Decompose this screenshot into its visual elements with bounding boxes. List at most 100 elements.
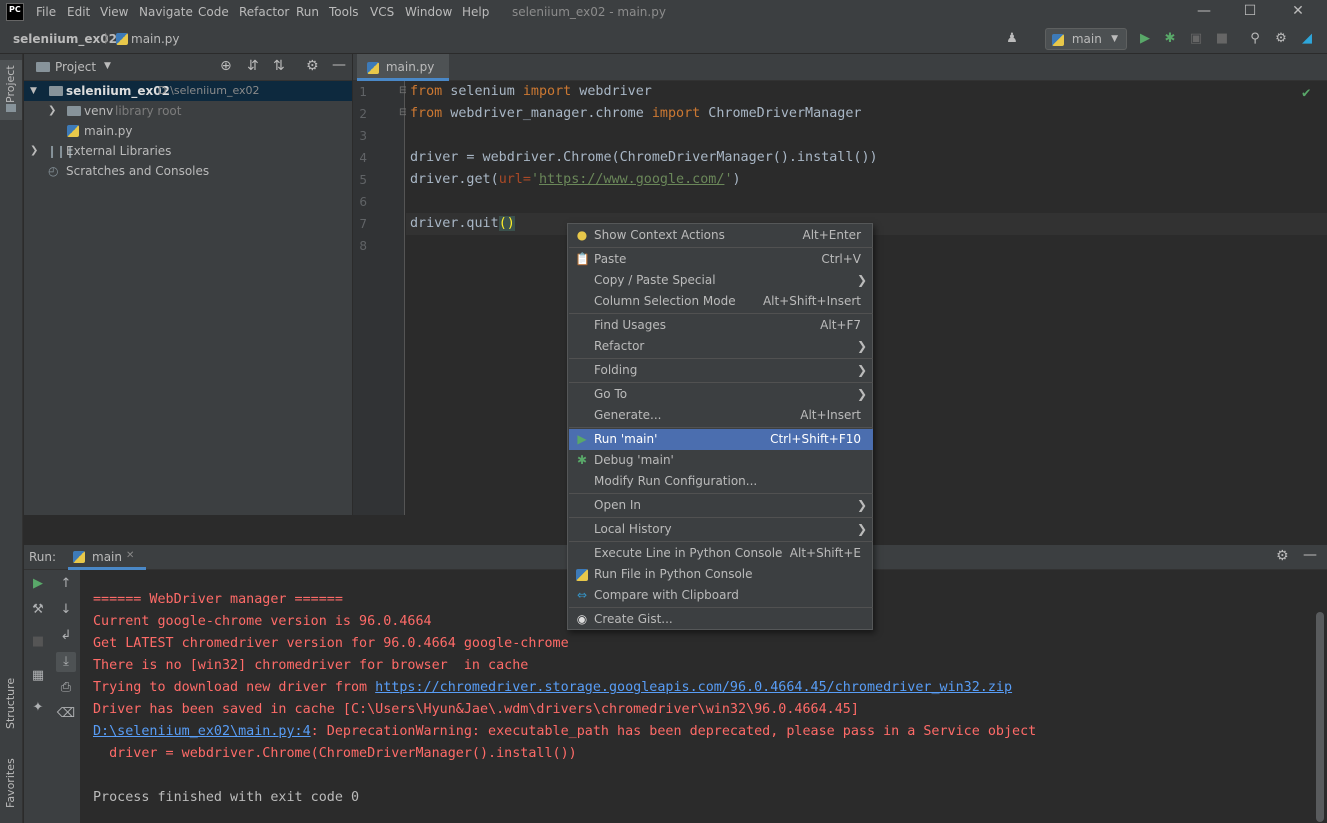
stop-icon[interactable]: ■ xyxy=(28,632,48,652)
tree-item-main-py[interactable]: main.py xyxy=(24,121,352,141)
menu-help[interactable]: Help xyxy=(462,4,489,20)
collapse-all-icon[interactable]: ⇅ xyxy=(273,58,285,74)
rerun-icon[interactable]: ▶ xyxy=(28,574,48,594)
run-icon[interactable]: ▶ xyxy=(1136,30,1154,48)
menu-item-label: Refactor xyxy=(594,339,645,353)
tool-tab-project[interactable]: Project xyxy=(0,62,22,106)
user-icon[interactable]: ♟ xyxy=(1003,30,1021,48)
menu-item-folding[interactable]: Folding ❯ xyxy=(569,360,873,381)
breadcrumb-project[interactable]: seleniium_ex02 xyxy=(13,32,117,46)
chevron-right-icon[interactable]: ❯ xyxy=(30,141,38,161)
menu-item-refactor[interactable]: Refactor ❯ xyxy=(569,336,873,357)
menu-run[interactable]: Run xyxy=(296,4,319,20)
soft-wrap-icon[interactable]: ↲ xyxy=(56,626,76,646)
menu-item-label: Local History xyxy=(594,522,672,536)
menu-item-label: Show Context Actions xyxy=(594,228,725,242)
menu-item-find-usages[interactable]: Find Usages Alt+F7 xyxy=(569,315,873,336)
menu-tools[interactable]: Tools xyxy=(329,4,359,20)
locate-icon[interactable]: ⊕ xyxy=(220,58,232,74)
layout-icon[interactable]: ▦ xyxy=(28,666,48,686)
menu-separator xyxy=(569,517,873,518)
chevron-down-icon[interactable]: ▼ xyxy=(104,61,111,71)
menu-refactor[interactable]: Refactor xyxy=(239,4,289,20)
menu-code[interactable]: Code xyxy=(198,4,229,20)
gear-icon[interactable]: ⚙ xyxy=(1276,548,1289,564)
gear-icon[interactable]: ⚙ xyxy=(306,58,319,74)
menu-item-label: Modify Run Configuration... xyxy=(594,474,758,488)
tool-tab-structure[interactable]: Structure xyxy=(0,674,22,732)
maximize-icon[interactable]: ☐ xyxy=(1227,0,1273,24)
expand-all-icon[interactable]: ⇵ xyxy=(247,58,259,74)
minimize-icon[interactable]: — xyxy=(1181,0,1227,24)
search-icon[interactable]: ⚲ xyxy=(1246,30,1264,48)
menu-item-debug-main[interactable]: ✱ Debug 'main' xyxy=(569,450,873,471)
project-view-title[interactable]: Project xyxy=(55,60,96,74)
tree-item-external-libraries[interactable]: ❯ ❙❙❙ External Libraries xyxy=(24,141,352,161)
menu-item-go-to[interactable]: Go To ❯ xyxy=(569,384,873,405)
close-icon[interactable]: ✕ xyxy=(1275,0,1321,24)
console-link[interactable]: D:\seleniium_ex02\main.py:4 xyxy=(93,724,311,739)
menu-item-run-file-in-python-console[interactable]: Run File in Python Console xyxy=(569,564,873,585)
plugin-icon[interactable]: ◢ xyxy=(1298,30,1316,48)
menu-item-show-context-actions[interactable]: ● Show Context Actions Alt+Enter xyxy=(569,225,873,246)
chevron-down-icon[interactable]: ▼ xyxy=(30,81,37,101)
scroll-to-end-icon[interactable]: ⤓ xyxy=(56,652,76,672)
menu-view[interactable]: View xyxy=(100,4,128,20)
code-token: ' xyxy=(530,172,539,187)
up-arrow-icon[interactable]: ↑ xyxy=(56,574,76,594)
wrench-icon[interactable]: ⚒ xyxy=(28,600,48,620)
menu-item-copy-paste-special[interactable]: Copy / Paste Special ❯ xyxy=(569,270,873,291)
menu-item-generate[interactable]: Generate... Alt+Insert xyxy=(569,405,873,426)
menu-item-open-in[interactable]: Open In ❯ xyxy=(569,495,873,516)
line-number: 4 xyxy=(359,151,367,165)
run-configuration-select[interactable]: main ▼ xyxy=(1045,28,1127,50)
print-icon[interactable]: ⎙ xyxy=(56,678,76,698)
pin-icon[interactable]: ✦ xyxy=(28,698,48,718)
chevron-right-icon: ❯ xyxy=(856,363,867,377)
editor-tab-bar: main.py ✕ xyxy=(353,54,1327,100)
left-tool-stripe: Project Structure Favorites xyxy=(0,54,23,823)
tool-tab-favorites[interactable]: Favorites xyxy=(0,754,22,812)
menu-vcs[interactable]: VCS xyxy=(370,4,394,20)
menu-item-modify-run-configuration[interactable]: Modify Run Configuration... xyxy=(569,471,873,492)
chevron-down-icon: ▼ xyxy=(1111,34,1118,44)
menu-item-compare-with-clipboard[interactable]: ⇔ Compare with Clipboard xyxy=(569,585,873,606)
debug-icon[interactable]: ✱ xyxy=(1161,30,1179,48)
tree-item-label: main.py xyxy=(84,124,133,138)
editor-tab-main-py[interactable]: main.py ✕ xyxy=(357,54,449,100)
menu-item-column-selection-mode[interactable]: Column Selection Mode Alt+Shift+Insert xyxy=(569,291,873,312)
menu-edit[interactable]: Edit xyxy=(67,4,90,20)
hide-icon[interactable]: — xyxy=(332,57,346,73)
code-url[interactable]: https://www.google.com/ xyxy=(539,172,724,187)
trash-icon[interactable]: ⌫ xyxy=(56,704,76,724)
python-file-icon xyxy=(67,125,79,137)
run-scrollbar[interactable] xyxy=(1314,570,1327,823)
gear-icon[interactable]: ⚙ xyxy=(1272,30,1290,48)
scrollbar-thumb[interactable] xyxy=(1316,612,1324,822)
chevron-right-icon[interactable]: ❯ xyxy=(48,101,56,121)
menu-file[interactable]: File xyxy=(36,4,56,20)
down-arrow-icon[interactable]: ↓ xyxy=(56,600,76,620)
menu-item-paste[interactable]: 📋 Paste Ctrl+V xyxy=(569,249,873,270)
tree-item-project-root[interactable]: ▼ seleniium_ex02 D:\seleniium_ex02 xyxy=(24,81,352,101)
console-link[interactable]: https://chromedriver.storage.googleapis.… xyxy=(375,680,1012,695)
menu-item-label: Column Selection Mode xyxy=(594,294,736,308)
clipboard-icon: 📋 xyxy=(575,252,590,266)
menu-item-local-history[interactable]: Local History ❯ xyxy=(569,519,873,540)
coverage-icon[interactable]: ▣ xyxy=(1187,30,1205,48)
tree-item-venv[interactable]: ❯ venv library root xyxy=(24,101,352,121)
menu-window[interactable]: Window xyxy=(405,4,452,20)
menu-item-label: Folding xyxy=(594,363,638,377)
tree-item-scratches[interactable]: ◴ Scratches and Consoles xyxy=(24,161,352,181)
menu-item-create-gist[interactable]: ◉ Create Gist... xyxy=(569,609,873,630)
navigation-bar: seleniium_ex02 ⟩ main.py ♟ main ▼ ▶ ✱ ▣ … xyxy=(0,24,1327,54)
menu-item-run-main[interactable]: ▶ Run 'main' Ctrl+Shift+F10 xyxy=(569,429,873,450)
menu-item-execute-line-in-python-console[interactable]: Execute Line in Python Console Alt+Shift… xyxy=(569,543,873,564)
run-toolbar: ▶ ⚒ ■ ▦ ✦ ↑ ↓ ↲ ⤓ ⎙ ⌫ xyxy=(24,570,80,823)
run-tab-main[interactable]: main ✕ xyxy=(68,545,146,570)
close-icon[interactable]: ✕ xyxy=(126,550,134,561)
hide-icon[interactable]: — xyxy=(1303,547,1317,563)
stop-icon[interactable]: ■ xyxy=(1213,30,1231,48)
menu-navigate[interactable]: Navigate xyxy=(139,4,193,20)
breadcrumb-file[interactable]: main.py xyxy=(131,32,180,46)
